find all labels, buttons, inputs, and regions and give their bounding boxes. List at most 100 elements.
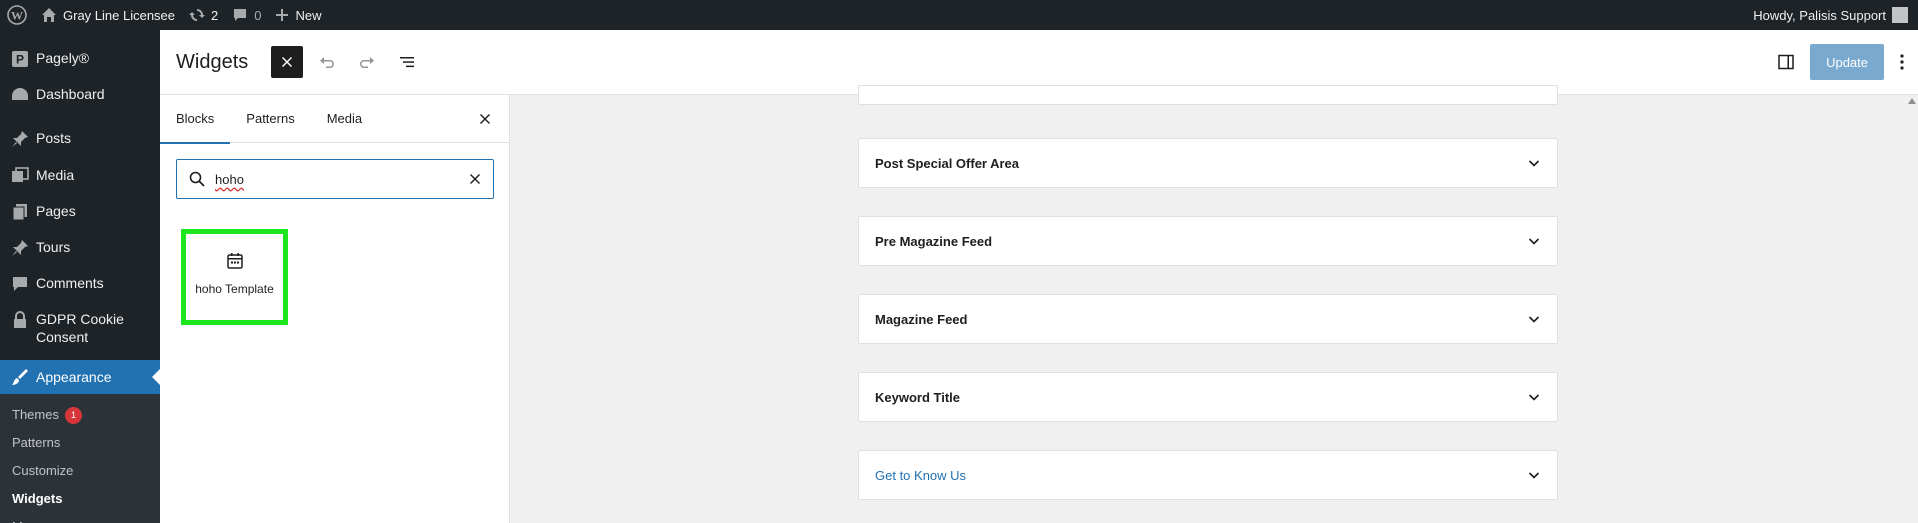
svg-text:P: P bbox=[16, 53, 24, 67]
widget-area-title: Get to Know Us bbox=[875, 467, 967, 483]
greeting: Howdy, Palisis Support bbox=[1753, 7, 1886, 23]
submenu-item-themes[interactable]: Themes 1 bbox=[0, 401, 160, 429]
lock-icon bbox=[10, 310, 30, 330]
pagely-icon: P bbox=[10, 49, 30, 69]
tab-patterns[interactable]: Patterns bbox=[230, 95, 310, 143]
plus-icon bbox=[275, 8, 289, 22]
update-button[interactable]: Update bbox=[1810, 44, 1884, 80]
sidebar-item-comments[interactable]: Comments bbox=[0, 274, 160, 294]
close-inserter-button[interactable] bbox=[271, 46, 303, 78]
widget-area-magazine-feed[interactable]: Magazine Feed bbox=[858, 294, 1558, 344]
dashboard-icon bbox=[10, 85, 30, 105]
list-view-button[interactable] bbox=[391, 46, 423, 78]
sidebar-item-pages[interactable]: Pages bbox=[0, 202, 160, 222]
submenu-item-label: Patterns bbox=[12, 435, 61, 450]
site-name-link[interactable]: Gray Line Licensee bbox=[34, 0, 182, 30]
sidebar-item-label: Comments bbox=[36, 275, 104, 291]
wordpress-logo-icon[interactable]: W bbox=[0, 0, 34, 30]
widget-area-title: Keyword Title bbox=[875, 389, 961, 405]
update-badge: 1 bbox=[64, 406, 82, 424]
comment-icon bbox=[232, 7, 248, 23]
redo-icon bbox=[358, 53, 376, 71]
admin-sidebar: P Pagely® Dashboard Posts Media Pages To… bbox=[0, 30, 160, 523]
page-title: Widgets bbox=[176, 50, 249, 73]
sidebar-item-dashboard[interactable]: Dashboard bbox=[0, 85, 160, 105]
sidebar-toggle-icon bbox=[1777, 53, 1795, 71]
search-input-value: hoho bbox=[215, 171, 244, 187]
submenu-item-label: Themes bbox=[12, 407, 59, 422]
submenu-item-label: Customize bbox=[12, 463, 74, 478]
widget-area-partial bbox=[858, 85, 1558, 105]
sidebar-item-label: Media bbox=[36, 167, 75, 183]
chevron-down-icon[interactable] bbox=[1527, 390, 1541, 404]
widget-area-title: Magazine Feed bbox=[875, 311, 968, 327]
sidebar-item-appearance[interactable]: Appearance bbox=[0, 360, 160, 394]
calendar-icon bbox=[226, 252, 244, 270]
submenu-item-customize[interactable]: Customize bbox=[0, 457, 160, 485]
sidebar-item-label: GDPR Cookie Consent bbox=[36, 311, 124, 345]
pin-icon bbox=[10, 238, 30, 258]
block-result-label: hoho Template bbox=[195, 282, 274, 296]
sidebar-item-pagely[interactable]: P Pagely® bbox=[0, 49, 160, 69]
submenu-item-widgets[interactable]: Widgets bbox=[0, 485, 160, 513]
close-icon bbox=[280, 55, 294, 69]
list-view-icon bbox=[398, 53, 416, 71]
chevron-down-icon[interactable] bbox=[1527, 156, 1541, 170]
block-inserter-panel: Blocks Patterns Media hoho hoho Template bbox=[160, 95, 510, 523]
sidebar-item-label: Posts bbox=[36, 130, 72, 146]
brush-icon bbox=[10, 367, 30, 387]
sidebar-item-tours[interactable]: Tours bbox=[0, 238, 160, 258]
scrollbar-up-arrow[interactable] bbox=[1906, 97, 1918, 109]
sidebar-item-gdpr-cookie-consent[interactable]: GDPR Cookie Consent bbox=[0, 310, 160, 346]
block-result-hoho-template[interactable]: hoho Template bbox=[181, 229, 288, 325]
undo-button[interactable] bbox=[311, 46, 343, 78]
appearance-submenu: Themes 1 Patterns Customize Widgets Menu… bbox=[0, 394, 160, 523]
close-inserter-panel-button[interactable] bbox=[469, 103, 501, 135]
tab-blocks[interactable]: Blocks bbox=[160, 95, 231, 144]
widget-area-title: Post Special Offer Area bbox=[875, 155, 1020, 171]
sidebar-item-label: Tours bbox=[36, 239, 71, 255]
clear-search-icon[interactable] bbox=[469, 173, 481, 185]
options-button[interactable] bbox=[1892, 46, 1912, 78]
submenu-item-menus[interactable]: Menus bbox=[0, 513, 160, 523]
widget-area-post-special-offer-area[interactable]: Post Special Offer Area bbox=[858, 138, 1558, 188]
home-icon bbox=[41, 7, 57, 23]
pages-icon bbox=[10, 202, 30, 222]
sidebar-item-label: Dashboard bbox=[36, 86, 105, 102]
sidebar-item-label: Pagely® bbox=[36, 50, 90, 66]
updates-link[interactable]: 2 bbox=[182, 0, 225, 30]
admin-bar: W Gray Line Licensee 2 0 New Howdy, Pali… bbox=[0, 0, 1918, 30]
sidebar-item-media[interactable]: Media bbox=[0, 166, 160, 186]
widget-area-keyword-title[interactable]: Keyword Title bbox=[858, 372, 1558, 422]
new-label: New bbox=[295, 7, 322, 23]
submenu-item-label: Menus bbox=[12, 513, 51, 523]
more-vertical-icon bbox=[1899, 53, 1905, 71]
comments-link[interactable]: 0 bbox=[225, 0, 268, 30]
widget-area-pre-magazine-feed[interactable]: Pre Magazine Feed bbox=[858, 216, 1558, 266]
tab-media[interactable]: Media bbox=[311, 95, 378, 143]
pin-icon bbox=[10, 129, 30, 149]
chevron-down-icon[interactable] bbox=[1527, 234, 1541, 248]
redo-button[interactable] bbox=[351, 46, 383, 78]
updates-icon bbox=[189, 7, 206, 23]
close-icon bbox=[479, 113, 491, 125]
widget-area-get-to-know-us[interactable]: Get to Know Us bbox=[858, 450, 1558, 500]
avatar bbox=[1892, 7, 1908, 23]
undo-icon bbox=[318, 53, 336, 71]
chevron-down-icon[interactable] bbox=[1527, 468, 1541, 482]
submenu-item-label: Widgets bbox=[12, 491, 63, 506]
site-name: Gray Line Licensee bbox=[63, 7, 176, 23]
sidebar-item-posts[interactable]: Posts bbox=[0, 129, 160, 149]
settings-sidebar-button[interactable] bbox=[1770, 46, 1802, 78]
widgets-canvas: Post Special Offer Area Pre Magazine Fee… bbox=[510, 85, 1918, 523]
chevron-down-icon[interactable] bbox=[1527, 312, 1541, 326]
sidebar-item-label: Appearance bbox=[36, 369, 112, 385]
submenu-item-patterns[interactable]: Patterns bbox=[0, 429, 160, 457]
comments-count: 0 bbox=[254, 7, 262, 23]
updates-count: 2 bbox=[211, 7, 219, 23]
block-search-input[interactable]: hoho bbox=[176, 159, 494, 199]
media-icon bbox=[10, 166, 30, 186]
new-content-link[interactable]: New bbox=[268, 0, 328, 30]
comment-icon bbox=[10, 274, 30, 294]
my-account[interactable]: Howdy, Palisis Support bbox=[1753, 7, 1918, 23]
